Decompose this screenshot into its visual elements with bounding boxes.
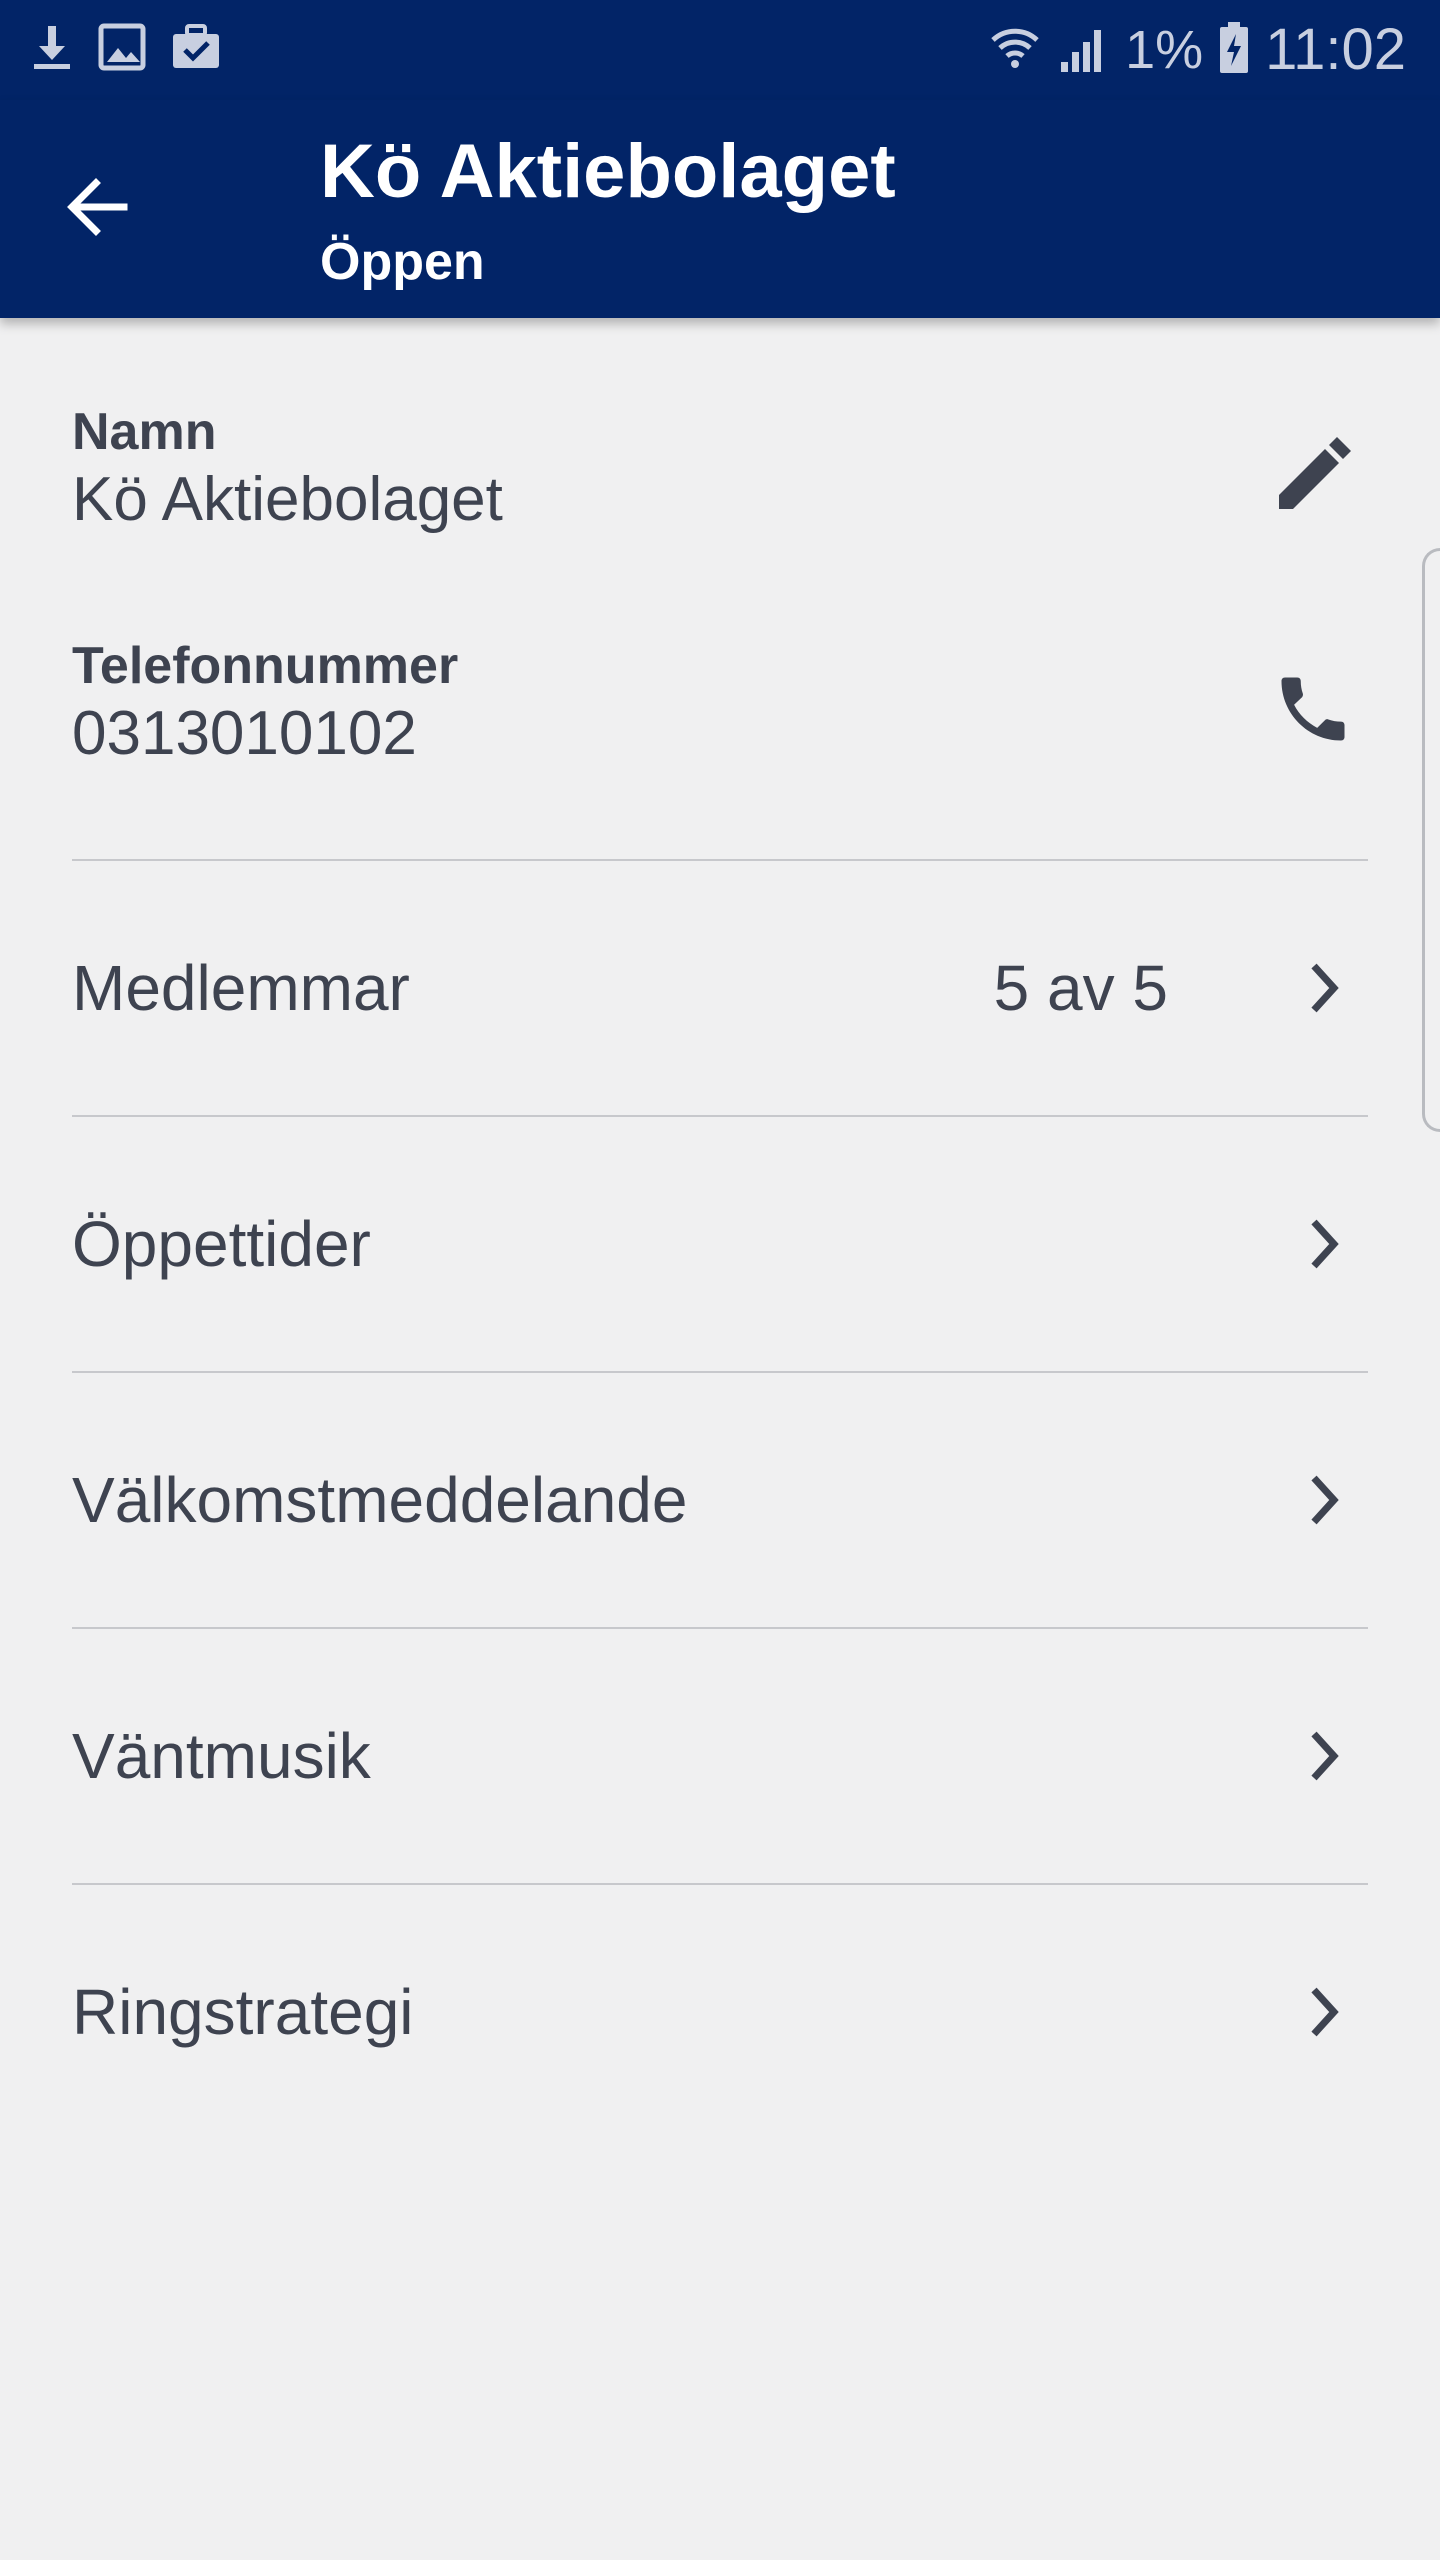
hold-music-label: Väntmusik xyxy=(72,1720,371,1792)
phone-value: 0313010102 xyxy=(72,699,417,768)
chevron-right-icon xyxy=(1294,948,1354,1028)
chevron-right-icon xyxy=(1294,1716,1354,1796)
menu-item-opening-hours[interactable]: Öppettider xyxy=(72,1117,1368,1371)
download-icon xyxy=(30,22,74,77)
edit-pencil-icon xyxy=(1273,435,1353,520)
menu-item-members[interactable]: Medlemmar 5 av 5 xyxy=(72,861,1368,1115)
status-system: 1% 11:02 xyxy=(987,14,1406,86)
menu-item-welcome-message[interactable]: Välkomstmeddelande xyxy=(72,1373,1368,1627)
name-row: Namn Kö Aktiebolaget xyxy=(72,402,1368,602)
name-value: Kö Aktiebolaget xyxy=(72,465,503,534)
chevron-right-icon xyxy=(1294,1204,1354,1284)
image-icon xyxy=(98,22,146,77)
opening-hours-label: Öppettider xyxy=(72,1208,371,1280)
name-label: Namn xyxy=(72,403,217,461)
briefcase-check-icon xyxy=(170,22,222,77)
welcome-message-label: Välkomstmeddelande xyxy=(72,1464,688,1536)
menu-item-ring-strategy[interactable]: Ringstrategi xyxy=(72,1885,1368,2139)
app-bar: Kö Aktiebolaget Öppen xyxy=(0,100,1440,318)
battery-percent: 1% xyxy=(1125,20,1204,80)
phone-label: Telefonnummer xyxy=(72,637,459,695)
phone-icon xyxy=(1271,667,1355,756)
page-title: Kö Aktiebolaget xyxy=(320,129,896,214)
arrow-back-icon xyxy=(60,171,132,248)
members-label: Medlemmar xyxy=(72,952,410,1024)
back-button[interactable] xyxy=(60,154,180,264)
phone-row: Telefonnummer 0313010102 xyxy=(72,636,1368,836)
menu-item-hold-music[interactable]: Väntmusik xyxy=(72,1629,1368,1883)
ring-strategy-label: Ringstrategi xyxy=(72,1976,414,2048)
status-notifications xyxy=(30,22,222,77)
edit-name-button[interactable] xyxy=(1258,422,1368,532)
clock: 11:02 xyxy=(1265,17,1406,82)
call-button[interactable] xyxy=(1258,656,1368,766)
chevron-right-icon xyxy=(1294,1460,1354,1540)
status-bar: 1% 11:02 xyxy=(0,0,1440,100)
page-subtitle: Öppen xyxy=(320,233,485,291)
signal-icon xyxy=(1057,20,1111,81)
battery-charging-icon xyxy=(1217,20,1251,81)
wifi-icon xyxy=(987,20,1043,81)
chevron-right-icon xyxy=(1294,1972,1354,2052)
members-count: 5 av 5 xyxy=(993,952,1168,1024)
edge-panel-handle[interactable] xyxy=(1422,548,1440,1132)
